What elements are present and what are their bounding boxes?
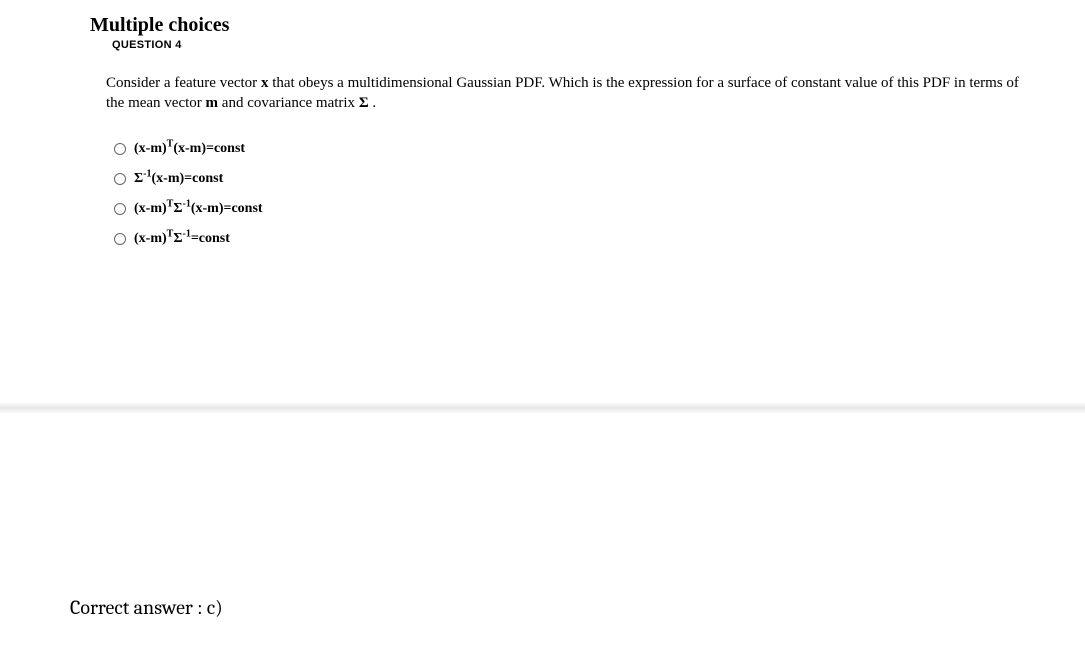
option-label: (x-m)TΣ-1=const: [134, 232, 230, 246]
radio-button[interactable]: [114, 173, 126, 185]
question-number: QUESTION 4: [112, 39, 1025, 51]
options-list: (x-m)T(x-m)=const Σ-1(x-m)=const (x-m)TΣ-1…: [114, 138, 1025, 250]
option-row[interactable]: (x-m)T(x-m)=const: [114, 138, 1025, 160]
option-label: Σ-1(x-m)=const: [134, 172, 223, 186]
prompt-text: .: [369, 95, 377, 111]
option-row[interactable]: (x-m)TΣ-1=const: [114, 228, 1025, 250]
radio-button[interactable]: [114, 203, 126, 215]
radio-button[interactable]: [114, 143, 126, 155]
option-row[interactable]: (x-m)TΣ-1(x-m)=const: [114, 198, 1025, 220]
divider: [0, 402, 1085, 414]
option-row[interactable]: Σ-1(x-m)=const: [114, 168, 1025, 190]
option-label: (x-m)TΣ-1(x-m)=const: [134, 202, 263, 216]
option-label: (x-m)T(x-m)=const: [134, 142, 245, 156]
question-prompt: Consider a feature vector x that obeys a…: [106, 73, 1025, 114]
prompt-text: and covariance matrix: [218, 95, 359, 111]
heading: Multiple choices: [90, 14, 1025, 37]
correct-answer: Correct answer : c): [70, 596, 223, 619]
prompt-bold: Σ: [359, 95, 369, 111]
prompt-text: Consider a feature vector: [106, 75, 261, 91]
prompt-bold: m: [206, 95, 219, 111]
radio-button[interactable]: [114, 233, 126, 245]
